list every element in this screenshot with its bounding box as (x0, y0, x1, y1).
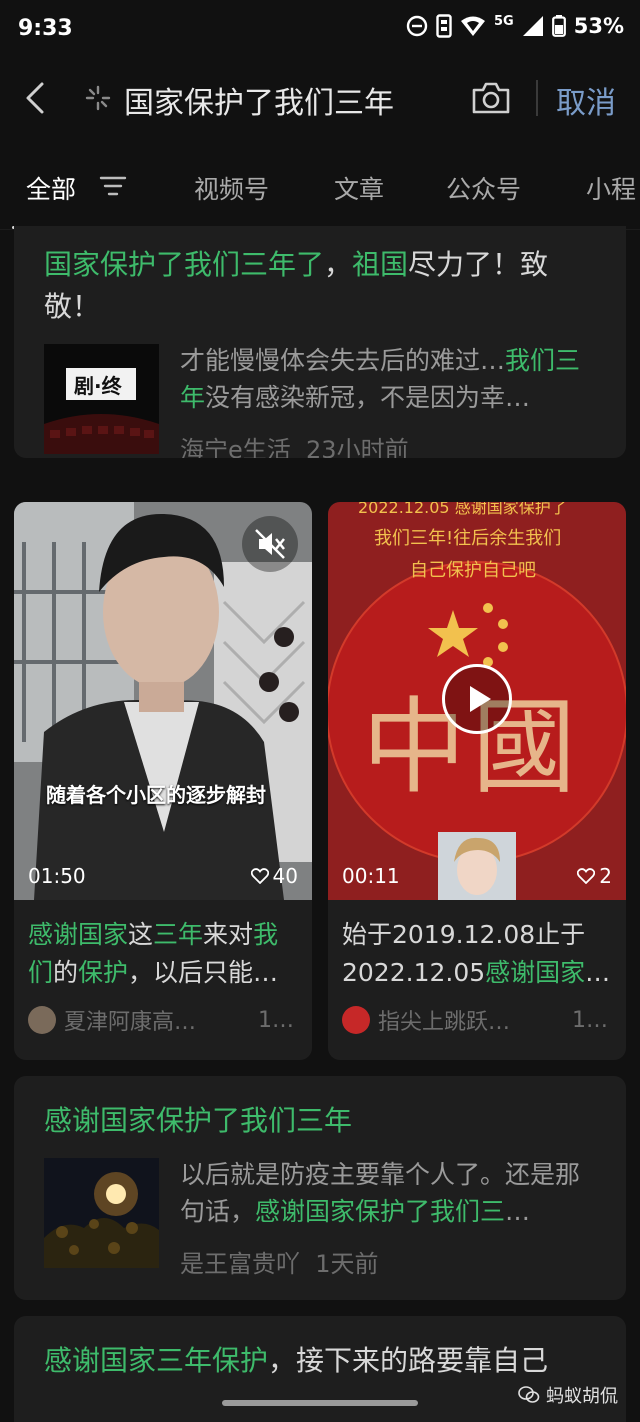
cancel-button[interactable]: 取消 (556, 78, 616, 122)
loading-spinner-icon (85, 85, 111, 111)
article-title: 国家保护了我们三年了，祖国尽力了！致敬！ (44, 248, 549, 323)
wechat-icon (518, 1386, 540, 1403)
search-input[interactable]: 国家保护了我们三年 (124, 78, 394, 122)
play-button[interactable] (442, 664, 512, 734)
status-time: 9:33 (18, 16, 73, 41)
search-divider (536, 80, 538, 116)
article-title: 感谢国家保护了我们三年 (44, 1104, 353, 1137)
muted-speaker-icon (255, 529, 285, 559)
heart-icon (250, 868, 269, 884)
video-thumbnail: 随着各个小区的逐步解封 01:50 40 (14, 502, 312, 900)
camera-icon[interactable] (470, 80, 512, 116)
video-caption: 随着各个小区的逐步解封 (46, 783, 266, 807)
search-bar: 国家保护了我们三年 取消 (0, 62, 640, 136)
video-title: 始于2019.12.08止于2022.12.05感谢国家… (342, 920, 611, 987)
do-not-disturb-icon (406, 15, 428, 37)
article-meta: 海宁e生活 23小时前 (180, 430, 409, 458)
play-icon (470, 686, 491, 712)
article-snippet: 以后就是防疫主要靠个人了。还是那句话，感谢国家保护了我们三… (180, 1160, 581, 1226)
video-duration: 01:50 (28, 864, 86, 888)
tab-all[interactable]: 全部 (26, 170, 76, 206)
article-source: 海宁e生活 (180, 436, 291, 458)
tabs-row: 全部 视频号 文章 公众号 小程 (0, 140, 640, 230)
video-author-row: 指尖上跳跃… 1… (342, 1004, 614, 1036)
mute-button[interactable] (242, 516, 298, 572)
tab-channels[interactable]: 视频号 (194, 170, 269, 206)
tab-official-accounts[interactable]: 公众号 (446, 170, 521, 206)
video-likes: 2 (577, 864, 612, 888)
article-thumbnail: 剧·终 (44, 344, 159, 454)
article-time: 23小时前 (306, 436, 409, 458)
article-result-card[interactable]: 感谢国家保护了我们三年 以后就是防疫主要靠个人了。还是那句话，感谢国家保护了我们… (14, 1076, 626, 1300)
status-icons: 5G 53% (406, 14, 624, 38)
video-author: 指尖上跳跃… (378, 1010, 511, 1035)
avatar (342, 1006, 370, 1034)
video-thumbnail: 2022.12.05 感谢国家保护了 我们三年!往后余生我们 自己保护自己吧 中… (328, 502, 626, 900)
video-time: 1… (258, 1007, 294, 1033)
video-result-card[interactable]: 2022.12.05 感谢国家保护了 我们三年!往后余生我们 自己保护自己吧 中… (328, 502, 626, 1060)
article-thumbnail (44, 1158, 159, 1268)
thumbnail-caption: 剧·终 (74, 374, 122, 398)
video-author-row: 夏津阿康高… 1… (28, 1004, 300, 1036)
avatar (438, 832, 516, 900)
tab-mini-programs[interactable]: 小程 (586, 170, 636, 206)
video-author: 夏津阿康高… (64, 1010, 197, 1035)
battery-icon (551, 15, 566, 37)
video-duration: 00:11 (342, 864, 400, 888)
watermark: 蚂蚁胡侃 (518, 1382, 618, 1408)
signal-icon (522, 16, 543, 36)
overlay-text-line: 自己保护自己吧 (410, 560, 536, 581)
article-result-card[interactable]: 国家保护了我们三年了，祖国尽力了！致敬！ 剧·终 才能慢慢体会失去后的难过…我们… (14, 226, 626, 458)
overlay-text-line: 2022.12.05 感谢国家保护了 (358, 502, 567, 517)
video-likes: 40 (250, 864, 298, 888)
avatar (28, 1006, 56, 1034)
overlay-text-line: 我们三年!往后余生我们 (374, 528, 562, 549)
filter-icon[interactable] (98, 174, 128, 198)
video-time: 1… (572, 1007, 608, 1033)
tab-articles[interactable]: 文章 (334, 170, 384, 206)
heart-icon (577, 868, 596, 884)
network-type: 5G (494, 13, 514, 29)
wifi-icon (461, 16, 486, 36)
article-meta: 是王富贵吖 1天前 (180, 1244, 379, 1279)
article-snippet: 才能慢慢体会失去后的难过…我们三年没有感染新冠，不是因为幸… (180, 346, 581, 412)
status-bar: 9:33 5G 53% (0, 0, 640, 60)
video-result-card[interactable]: 随着各个小区的逐步解封 01:50 40 感谢国家这三年来对我们的保护，以后只能… (14, 502, 312, 1060)
vibrate-icon (436, 14, 452, 38)
article-time: 1天前 (315, 1250, 379, 1278)
article-source: 是王富贵吖 (180, 1250, 300, 1278)
home-indicator[interactable] (222, 1400, 418, 1406)
back-arrow-icon[interactable] (20, 80, 52, 116)
battery-level: 53% (573, 14, 624, 38)
video-title: 感谢国家这三年来对我们的保护，以后只能… (28, 920, 279, 987)
article-title: 感谢国家三年保护，接下来的路要靠自己 (44, 1344, 549, 1377)
